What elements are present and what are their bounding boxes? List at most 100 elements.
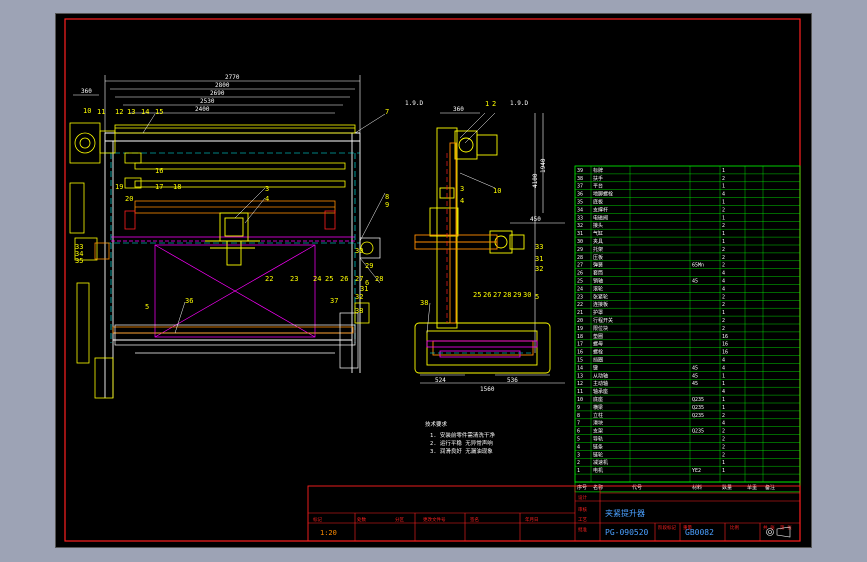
bom-cell: 14 — [577, 365, 583, 371]
front-balloon-9: 9 — [385, 201, 389, 209]
bom-cell: 23 — [577, 294, 583, 300]
bom-cell: 底板 — [593, 199, 603, 206]
bom-cell: 20 — [577, 318, 583, 324]
bom-cell: 滑块 — [593, 420, 603, 427]
bom-cell: 30 — [577, 239, 583, 245]
front-balloon-19: 19 — [115, 183, 123, 191]
front-balloon-35: 35 — [75, 257, 83, 265]
front-balloon-32: 32 — [355, 293, 363, 301]
front-balloon-36: 36 — [185, 297, 193, 305]
bom-cell: 2 — [722, 326, 725, 332]
bom-cell: 2 — [722, 318, 725, 324]
bom-cell: 37 — [577, 184, 583, 190]
bom-cell: 1 — [722, 215, 725, 221]
side-balloon-38: 38 — [420, 299, 428, 307]
bom-cell: 1 — [722, 460, 725, 466]
bom-cell: 垫圈 — [593, 333, 603, 340]
bom-cell: 滚轮 — [593, 285, 603, 292]
front-balloon-13: 13 — [127, 108, 135, 116]
side-balloon-25: 25 — [473, 291, 481, 299]
bom-cell: 4 — [722, 389, 725, 395]
front-balloon-29: 29 — [365, 262, 373, 270]
bom-cell: 6 — [577, 429, 580, 435]
bom-cell: 2 — [722, 223, 725, 229]
bom-header-cell: 数量 — [722, 484, 732, 491]
bom-cell: 2 — [722, 302, 725, 308]
bom-cell: 5 — [577, 437, 580, 443]
side-dim-top: 360 — [453, 106, 464, 113]
side-dim-height: 4100 — [532, 173, 539, 188]
bom-cell: 45 — [692, 365, 698, 371]
front-view: 2770 2800 2690 2530 2400 360 10 12 13 14… — [69, 74, 389, 399]
bom-cell: 平台 — [593, 183, 603, 190]
bom-cell: Q235 — [692, 397, 704, 403]
bom-header-cell: 备注 — [765, 484, 775, 491]
title-block-label: 年月日 — [525, 516, 539, 523]
bom-cell: 1 — [722, 184, 725, 190]
bom-cell: 4 — [722, 358, 725, 364]
side-balloon-32: 32 — [535, 265, 543, 273]
bom-cell: 链条 — [593, 443, 603, 450]
bom-cell: 4 — [722, 279, 725, 285]
bom-cell: 2 — [577, 460, 580, 466]
drawing-number: PG-090520 — [605, 528, 649, 537]
front-balloon-30: 30 — [355, 247, 363, 255]
bom-cell: 2 — [722, 413, 725, 419]
front-balloon-37: 37 — [330, 297, 338, 305]
title-block-label: 共 张 — [763, 524, 775, 531]
notes-line-3: 3. 润滑良好 无漏油现象 — [430, 447, 493, 455]
notes-line-1: 1. 安装前零件需清洗干净 — [430, 431, 495, 439]
bom-cell: 11 — [577, 389, 583, 395]
bom-cell: 2 — [722, 452, 725, 458]
bom-cell: 4 — [722, 286, 725, 292]
front-balloon-18: 18 — [173, 183, 181, 191]
drawing-scale: 1:20 — [320, 529, 337, 537]
bom-cell: 45 — [692, 381, 698, 387]
bom-cell: 链轮 — [593, 451, 603, 458]
bom-cell: 电磁阀 — [593, 214, 608, 221]
front-balloon-15: 15 — [155, 108, 163, 116]
title-block-label: 阶段标记 — [658, 524, 676, 531]
bom-cell: 1 — [722, 397, 725, 403]
bom-cell: 31 — [577, 231, 583, 237]
cad-viewport[interactable]: 2770 2800 2690 2530 2400 360 10 12 13 14… — [55, 13, 812, 548]
title-block-label: 设计 — [578, 494, 587, 501]
side-dim-arm: 450 — [530, 216, 541, 223]
bom-cell: 销轴 — [593, 278, 603, 285]
bom-cell: Q235 — [692, 405, 704, 411]
bom-header-cell: 名称 — [593, 484, 603, 491]
dim-width-2: 2800 — [215, 82, 230, 89]
dim-width-3: 2690 — [210, 90, 225, 97]
front-balloon-7: 7 — [385, 108, 389, 116]
bom-cell: Q235 — [692, 413, 704, 419]
side-balloon-31: 31 — [535, 255, 543, 263]
front-balloon-25: 25 — [325, 275, 333, 283]
side-balloon-4: 4 — [460, 197, 464, 205]
side-balloon-10: 10 — [493, 187, 501, 195]
bom-cell: 电机 — [593, 467, 603, 474]
bom-cell: 1 — [722, 200, 725, 206]
bom-cell: 2 — [722, 437, 725, 443]
bom-cell: 32 — [577, 223, 583, 229]
bom-cell: 16 — [722, 350, 728, 356]
bom-cell: 34 — [577, 207, 583, 213]
bom-cell: 22 — [577, 302, 583, 308]
bom-cell: 1 — [722, 373, 725, 379]
bom-cell: 气缸 — [593, 230, 603, 237]
dim-width-4: 2530 — [200, 98, 215, 105]
bom-cell: 1 — [722, 405, 725, 411]
side-balloon-26: 26 — [483, 291, 491, 299]
bom-cell: 21 — [577, 310, 583, 316]
bom-cell: 8 — [577, 413, 580, 419]
bom-cell: 10 — [577, 397, 583, 403]
bom-cell: 压板 — [593, 254, 603, 261]
bom-cell: 主动轴 — [593, 380, 608, 387]
side-dim-base-total: 1560 — [480, 386, 495, 393]
bom-cell: 4 — [722, 271, 725, 277]
bom-cell: 螺母 — [593, 341, 603, 348]
bom-cell: 2 — [722, 444, 725, 450]
bom-cell: 28 — [577, 255, 583, 261]
bom-cell: 18 — [577, 334, 583, 340]
front-balloon-28: 28 — [375, 275, 383, 283]
front-balloon-12: 12 — [115, 108, 123, 116]
